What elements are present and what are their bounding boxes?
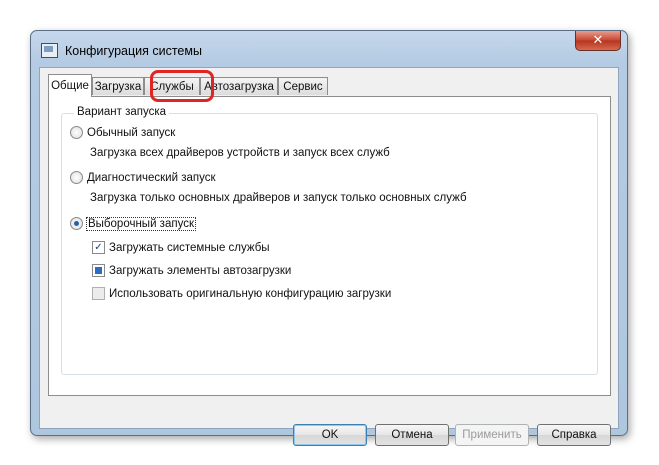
diagnostic-startup-label[interactable]: Диагностический запуск: [87, 172, 216, 184]
radio-indicator-selected[interactable]: [70, 217, 83, 230]
tab-tools[interactable]: Сервис: [278, 77, 328, 95]
help-button[interactable]: Справка: [537, 424, 611, 446]
close-button[interactable]: ✕: [575, 31, 621, 51]
startup-selection-group: Вариант запуска Обычный запуск Загрузка …: [61, 106, 598, 375]
system-configuration-window: Конфигурация системы ✕ Общие Загрузка Сл…: [30, 30, 628, 446]
diagnostic-startup-radio[interactable]: Диагностический запуск: [70, 171, 216, 184]
load-system-services-checkbox[interactable]: ✓ Загружать системные службы: [92, 241, 270, 254]
tab-general[interactable]: Общие: [48, 74, 92, 97]
selective-startup-label[interactable]: Выборочный запуск: [86, 216, 196, 231]
tab-panel-general: Вариант запуска Обычный запуск Загрузка …: [48, 96, 611, 396]
ok-button[interactable]: OK: [293, 424, 367, 446]
load-system-services-label[interactable]: Загружать системные службы: [109, 242, 270, 254]
diagnostic-startup-description: Загрузка только основных драйверов и зап…: [90, 192, 467, 204]
window-title: Конфигурация системы: [65, 44, 202, 58]
dialog-client-area: Общие Загрузка Службы Автозагрузка Серви…: [39, 67, 619, 446]
apply-button[interactable]: Применить: [455, 424, 529, 446]
normal-startup-radio[interactable]: Обычный запуск: [70, 126, 175, 139]
services-tab-highlight: [150, 70, 214, 102]
load-startup-items-label[interactable]: Загружать элементы автозагрузки: [109, 265, 291, 277]
checkbox-indicator[interactable]: [92, 287, 105, 300]
use-original-boot-config-checkbox[interactable]: Использовать оригинальную конфигурацию з…: [92, 287, 391, 300]
radio-indicator[interactable]: [70, 171, 83, 184]
tab-boot[interactable]: Загрузка: [92, 77, 144, 95]
checkmark-icon[interactable]: ✓: [92, 241, 105, 254]
normal-startup-description: Загрузка всех драйверов устройств и запу…: [90, 147, 390, 159]
load-startup-items-checkbox[interactable]: Загружать элементы автозагрузки: [92, 264, 291, 277]
indeterminate-check-icon[interactable]: [92, 264, 105, 277]
title-bar[interactable]: Конфигурация системы ✕: [31, 31, 627, 65]
group-label: Вариант запуска: [74, 106, 170, 118]
selective-startup-radio[interactable]: Выборочный запуск: [70, 216, 196, 231]
use-original-boot-config-label[interactable]: Использовать оригинальную конфигурацию з…: [109, 288, 391, 300]
cancel-button[interactable]: Отмена: [375, 424, 449, 446]
radio-indicator[interactable]: [70, 126, 83, 139]
msconfig-icon: [41, 43, 58, 58]
normal-startup-label[interactable]: Обычный запуск: [87, 127, 175, 139]
